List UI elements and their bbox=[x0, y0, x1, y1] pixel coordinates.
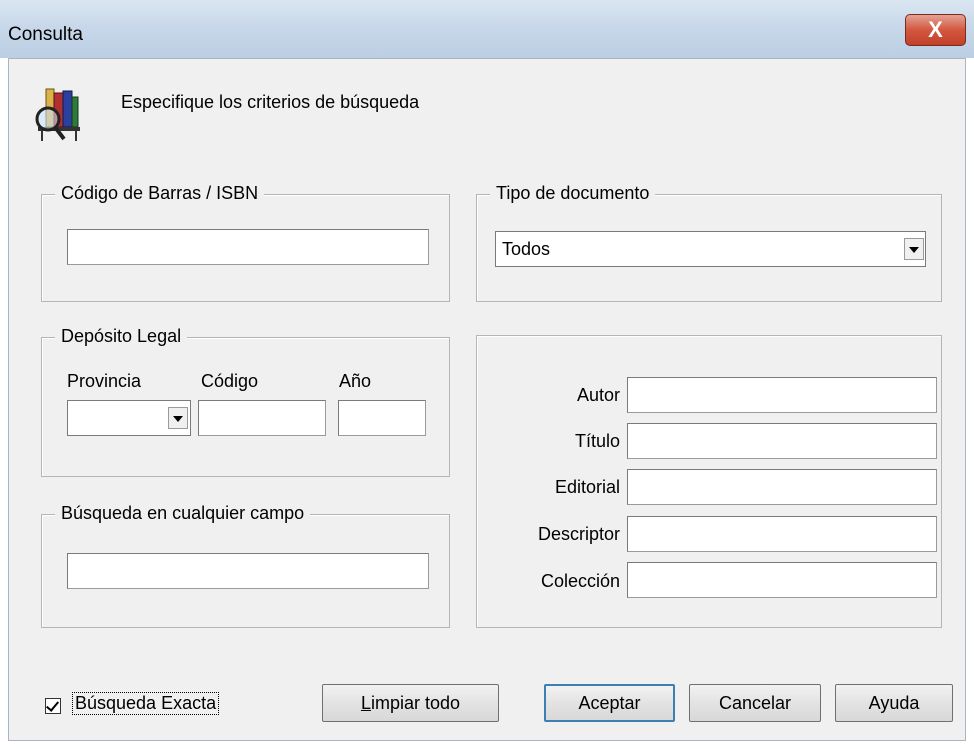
help-button[interactable]: Ayuda bbox=[835, 684, 953, 722]
doc-type-dropdown-button[interactable] bbox=[904, 238, 924, 260]
publisher-label: Editorial bbox=[554, 477, 620, 497]
collection-input[interactable] bbox=[627, 562, 937, 598]
barcode-group-label: Código de Barras / ISBN bbox=[55, 183, 265, 204]
chevron-down-icon bbox=[909, 247, 919, 253]
province-dropdown-button[interactable] bbox=[168, 407, 188, 429]
year-label: Año bbox=[339, 371, 372, 391]
province-select[interactable] bbox=[67, 400, 191, 436]
title-bar: Consulta X bbox=[0, 0, 974, 58]
doc-type-group-label: Tipo de documento bbox=[490, 183, 656, 204]
checkmark-icon bbox=[45, 698, 60, 712]
province-label: Provincia bbox=[67, 371, 142, 391]
accept-button[interactable]: Aceptar bbox=[544, 684, 675, 722]
publisher-input[interactable] bbox=[627, 469, 937, 505]
clear-all-label: impiar todo bbox=[370, 693, 461, 713]
clear-all-button[interactable]: Limpiar todo bbox=[322, 684, 499, 722]
cancel-button[interactable]: Cancelar bbox=[689, 684, 821, 722]
any-field-input[interactable] bbox=[67, 553, 429, 589]
doc-type-select[interactable]: Todos bbox=[495, 231, 926, 267]
barcode-isbn-input[interactable] bbox=[67, 229, 429, 265]
exact-search-checkbox[interactable] bbox=[45, 698, 61, 714]
code-input[interactable] bbox=[198, 400, 326, 436]
code-label: Código bbox=[201, 371, 259, 391]
library-search-icon bbox=[35, 88, 80, 141]
author-label: Autor bbox=[576, 385, 620, 405]
chevron-down-icon bbox=[173, 416, 183, 422]
instruction-text: Especifique los criterios de búsqueda bbox=[121, 92, 420, 112]
collection-label: Colección bbox=[540, 571, 620, 591]
descriptor-label: Descriptor bbox=[537, 524, 620, 544]
window-title: Consulta bbox=[8, 24, 83, 45]
title-input[interactable] bbox=[627, 423, 937, 459]
clear-all-mnemonic: L bbox=[360, 693, 371, 713]
accept-label: Aceptar bbox=[578, 693, 641, 713]
year-input[interactable] bbox=[338, 400, 426, 436]
any-field-group-label: Búsqueda en cualquier campo bbox=[55, 503, 311, 524]
legal-deposit-group-label: Depósito Legal bbox=[55, 326, 188, 347]
close-icon: X bbox=[928, 17, 943, 42]
help-label: Ayuda bbox=[868, 693, 920, 713]
doc-type-selected: Todos bbox=[502, 239, 551, 259]
cancel-label: Cancelar bbox=[718, 693, 792, 713]
dialog-body: Especifique los criterios de búsqueda Có… bbox=[8, 58, 966, 741]
title-label: Título bbox=[574, 431, 620, 451]
author-input[interactable] bbox=[627, 377, 937, 413]
close-button[interactable]: X bbox=[905, 14, 966, 46]
exact-search-label[interactable]: Búsqueda Exacta bbox=[71, 692, 220, 715]
descriptor-input[interactable] bbox=[627, 516, 937, 552]
